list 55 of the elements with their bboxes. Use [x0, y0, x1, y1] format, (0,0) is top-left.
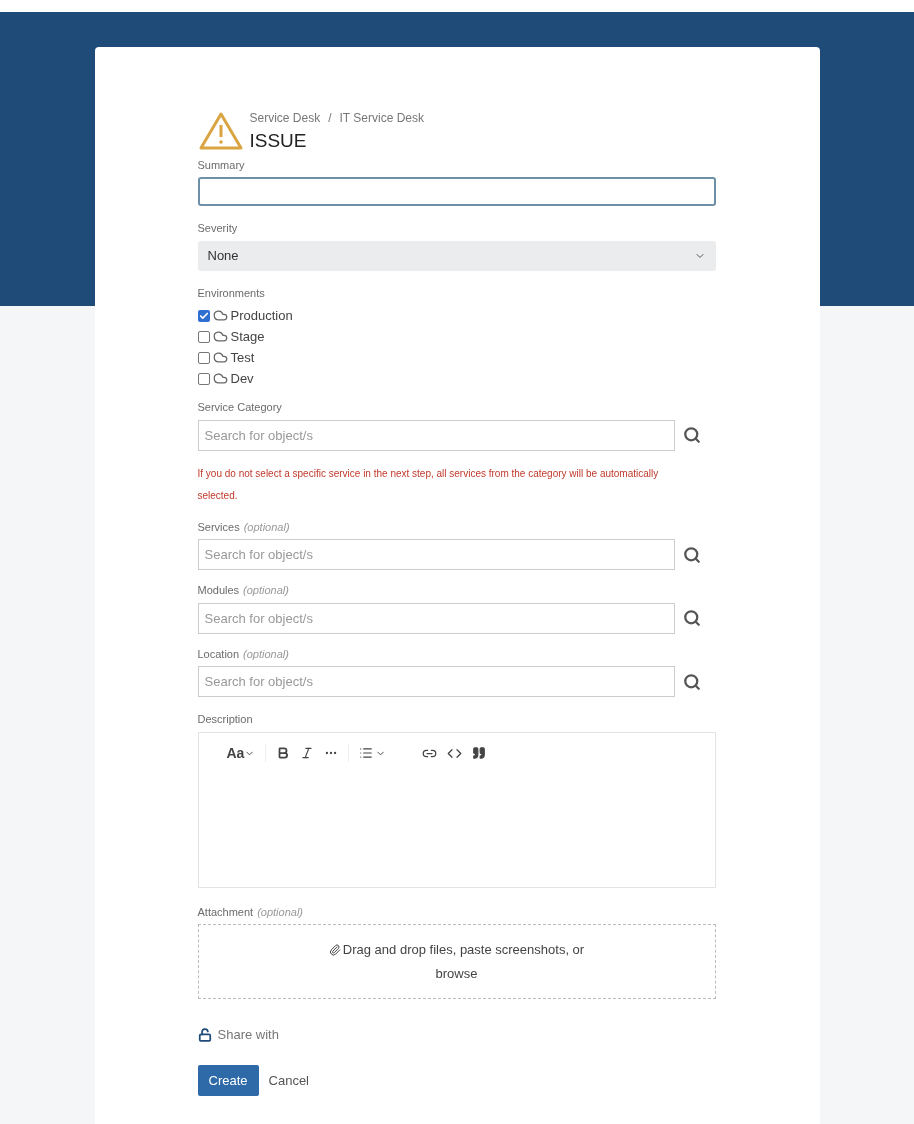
warning-icon [197, 110, 244, 151]
field-label: Severity [197, 221, 238, 237]
paperclip-icon [328, 943, 341, 956]
checkbox[interactable] [197, 330, 210, 343]
optional-hint: (optional) [243, 519, 290, 535]
text-style-dropdown[interactable]: Aa [226, 742, 245, 764]
search-field[interactable]: Search for object/s [197, 602, 675, 634]
checkbox[interactable] [197, 309, 210, 322]
cloud-icon [212, 329, 228, 345]
checkbox[interactable] [197, 351, 210, 364]
checkbox-label: Stage [230, 328, 265, 346]
field-label: Services [197, 519, 240, 535]
search-field[interactable]: Search for object/s [197, 419, 675, 451]
cancel-button[interactable]: Cancel [268, 1070, 309, 1090]
field-label: Modules [197, 583, 240, 599]
cloud-icon [212, 371, 228, 387]
breadcrumb-link[interactable]: IT Service Desk [339, 109, 424, 127]
optional-hint: (optional) [243, 646, 289, 662]
field-label: Service Category [197, 400, 282, 416]
search-icon[interactable] [682, 545, 701, 564]
checkbox[interactable] [197, 372, 210, 385]
share-with-link[interactable]: Share with [217, 1025, 279, 1045]
cloud-icon [212, 308, 228, 324]
issue-type-title: ISSUE [249, 129, 308, 153]
breadcrumb-link[interactable]: Service Desk [249, 109, 321, 127]
checkbox-label: Test [230, 349, 255, 367]
unlock-icon [197, 1028, 212, 1042]
field-label: Description [197, 712, 253, 728]
attachment-dropzone[interactable]: Drag and drop files, paste screenshots, or browse [197, 924, 716, 1000]
create-button[interactable]: Create [197, 1064, 259, 1096]
search-icon[interactable] [682, 609, 701, 628]
search-icon[interactable] [682, 426, 701, 445]
quote-icon[interactable] [472, 746, 487, 761]
browse-link[interactable]: browse [435, 961, 478, 986]
warning-message: If you do not select a specific service in the next step, all services from the category will be automatically selected. [197, 466, 660, 503]
optional-hint: (optional) [243, 583, 289, 599]
search-field[interactable]: Search for object/s [197, 666, 675, 698]
checkbox-label: Dev [230, 370, 254, 388]
search-field[interactable]: Search for object/s [197, 539, 675, 571]
breadcrumb-separator: / [328, 110, 332, 127]
field-label: Environments [197, 285, 265, 301]
field-label: Attachment [197, 904, 254, 920]
list-icon[interactable] [359, 746, 374, 761]
search-icon[interactable] [682, 672, 701, 691]
drop-instructions: Drag and drop files, paste screenshots, or [342, 940, 585, 959]
checkbox-label: Production [230, 307, 293, 325]
italic-icon[interactable] [300, 746, 315, 761]
field-label: Location [197, 646, 240, 662]
severity-select[interactable]: None [197, 240, 716, 271]
bold-icon[interactable] [276, 746, 291, 761]
cloud-icon [212, 350, 228, 366]
field-label: Summary [197, 157, 245, 173]
summary-input[interactable] [197, 177, 716, 207]
optional-hint: (optional) [257, 904, 303, 920]
description-editor[interactable]: Aa [197, 731, 716, 888]
